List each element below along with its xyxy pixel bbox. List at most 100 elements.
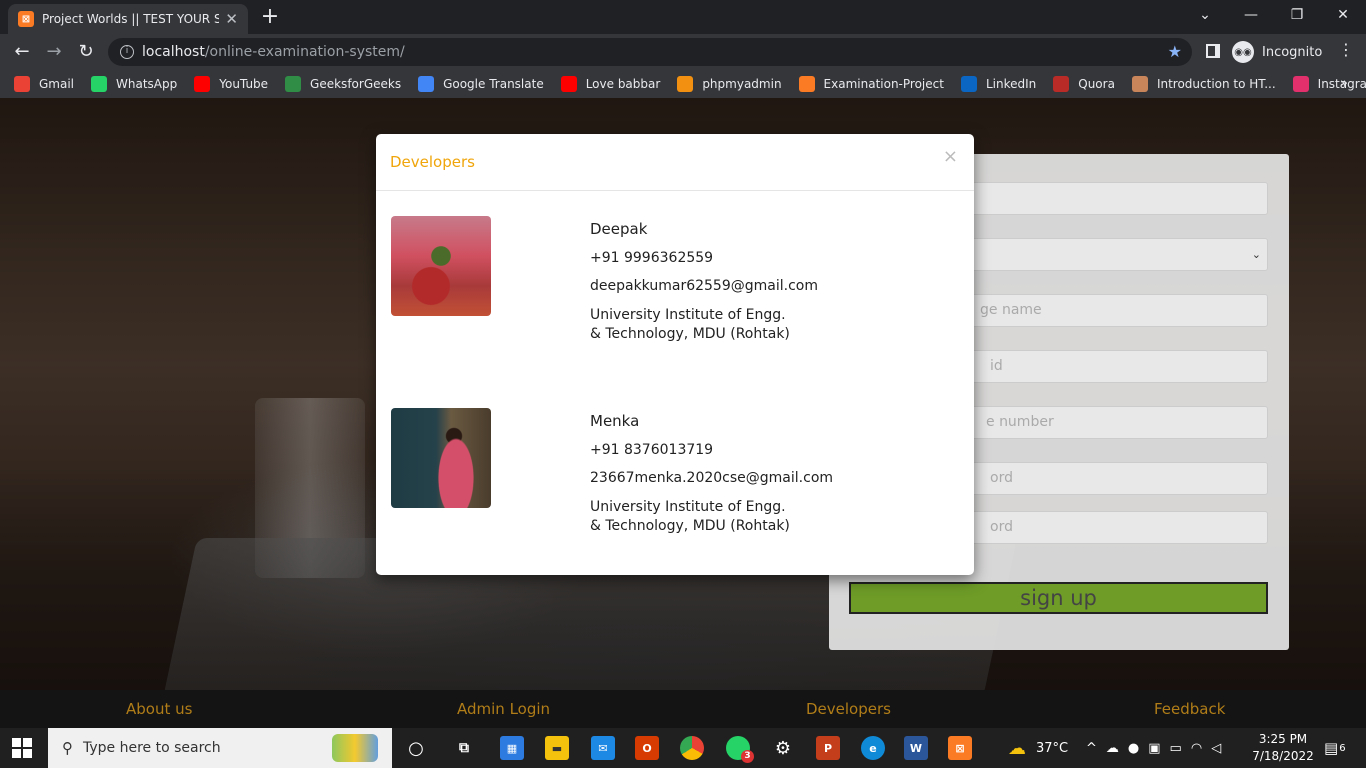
side-panel-icon[interactable] xyxy=(1206,44,1220,58)
institute-line: & Technology, MDU (Rohtak) xyxy=(590,326,790,342)
notification-center-icon[interactable]: ▤ 6 xyxy=(1324,728,1346,768)
bookmark-item[interactable]: Google Translate xyxy=(418,76,544,92)
college-name-placeholder: ge name xyxy=(980,302,1042,318)
developer-card: Deepak +91 9996362559 deepakkumar62559@g… xyxy=(590,220,818,344)
developer-email: 23667menka.2020cse@gmail.com xyxy=(590,470,834,486)
instagram-icon xyxy=(1292,76,1309,92)
institute-line: & Technology, MDU (Rohtak) xyxy=(590,518,790,534)
confirm-password-placeholder: ord xyxy=(990,519,1013,535)
bookmark-item[interactable]: Gmail xyxy=(14,76,74,92)
wifi-icon[interactable]: ◠ xyxy=(1191,741,1211,756)
clock-time: 3:25 PM xyxy=(1258,732,1308,746)
back-button[interactable]: ← xyxy=(10,40,34,64)
mobile-placeholder: e number xyxy=(986,414,1054,430)
developer-name: Menka xyxy=(590,412,640,430)
about-us-link[interactable]: About us xyxy=(126,700,192,718)
windows-start-icon[interactable] xyxy=(12,738,32,758)
developer-institute: University Institute of Engg. & Technolo… xyxy=(590,306,818,344)
whatsapp-badge: 3 xyxy=(741,750,754,763)
new-tab-button[interactable]: + xyxy=(258,5,282,29)
youtube-icon xyxy=(560,76,577,92)
volume-icon[interactable]: ◁ xyxy=(1211,741,1230,756)
developers-link[interactable]: Developers xyxy=(806,700,891,718)
bookmark-label: LinkedIn xyxy=(985,77,1037,91)
bookmark-label: phpmyadmin xyxy=(702,77,782,91)
developer-institute: University Institute of Engg. & Technolo… xyxy=(590,498,833,536)
browser-tab[interactable]: ⊠ Project Worlds || TEST YOUR SKIL ✕ xyxy=(8,4,248,34)
developer-name: Deepak xyxy=(590,220,648,238)
bookmark-item[interactable]: Introduction to HT... xyxy=(1131,76,1276,92)
incognito-profile[interactable]: ◉◉ Incognito xyxy=(1232,39,1322,65)
bookmark-item[interactable]: YouTube xyxy=(194,76,268,92)
bookmark-label: Examination-Project xyxy=(823,77,944,91)
whatsapp-icon xyxy=(91,76,108,92)
bookmark-item[interactable]: phpmyadmin xyxy=(677,76,782,92)
microphone-icon[interactable]: ● xyxy=(1128,741,1148,756)
close-tab-icon[interactable]: ✕ xyxy=(225,10,238,28)
institute-line: University Institute of Engg. xyxy=(590,499,786,515)
cortana-icon[interactable]: ○ xyxy=(404,736,428,760)
search-highlight-icon xyxy=(332,734,378,762)
incognito-label: Incognito xyxy=(1262,44,1323,60)
system-tray-icons[interactable]: ^ ☁ ● ▣ ▭ ◠ ◁ xyxy=(1086,728,1230,768)
battery-icon[interactable]: ▭ xyxy=(1170,741,1191,756)
microsoft-store-icon[interactable]: ▦ xyxy=(500,736,524,760)
site-info-icon[interactable]: i xyxy=(120,45,134,59)
bookmark-item[interactable]: Love babbar xyxy=(560,76,661,92)
bookmark-item[interactable]: WhatsApp xyxy=(91,76,177,92)
word-icon[interactable]: W xyxy=(904,736,928,760)
incognito-icon: ◉◉ xyxy=(1232,41,1254,63)
clock-date: 7/18/2022 xyxy=(1252,749,1314,763)
developer-photo xyxy=(391,408,491,508)
minimize-button[interactable]: — xyxy=(1228,0,1274,34)
feedback-link[interactable]: Feedback xyxy=(1154,700,1225,718)
modal-header: Developers × xyxy=(376,134,974,191)
taskbar-search-input[interactable]: ⚲ Type here to search xyxy=(48,728,392,768)
tab-title: Project Worlds || TEST YOUR SKIL xyxy=(42,12,220,26)
youtube-icon xyxy=(194,76,211,92)
google-translate-icon xyxy=(418,76,435,92)
settings-gear-icon[interactable]: ⚙ xyxy=(771,736,795,760)
close-window-button[interactable]: ✕ xyxy=(1320,0,1366,34)
whatsapp-icon[interactable]: 3 xyxy=(726,736,754,763)
edge-icon[interactable]: e xyxy=(861,736,885,760)
task-view-icon[interactable]: ⧉ xyxy=(452,736,476,760)
search-icon: ⚲ xyxy=(62,739,73,757)
xampp-icon[interactable]: ⊠ xyxy=(948,736,972,760)
browser-menu-icon[interactable]: ⋮ xyxy=(1338,40,1354,59)
bookmark-item[interactable]: Quora xyxy=(1053,76,1115,92)
tab-search-chevron-icon[interactable]: ⌄ xyxy=(1182,0,1228,34)
bookmark-item[interactable]: Examination-Project xyxy=(798,76,944,92)
display-icon[interactable]: ▣ xyxy=(1148,741,1169,756)
bookmark-label: GeeksforGeeks xyxy=(310,77,402,91)
show-hidden-icons-icon[interactable]: ^ xyxy=(1086,741,1106,756)
chrome-icon[interactable] xyxy=(680,736,704,760)
url-host: localhost xyxy=(142,44,205,60)
reload-button[interactable]: ↻ xyxy=(74,40,98,64)
close-icon[interactable]: × xyxy=(943,146,958,167)
developer-card: Menka +91 8376013719 23667menka.2020cse@… xyxy=(590,412,833,536)
bookmark-item[interactable]: Instagram xyxy=(1292,76,1366,92)
bookmark-star-icon[interactable]: ★ xyxy=(1168,42,1182,61)
sign-up-button[interactable]: sign up xyxy=(849,582,1268,614)
taskbar-clock[interactable]: 3:25 PM 7/18/2022 xyxy=(1250,731,1316,765)
onedrive-icon[interactable]: ☁ xyxy=(1106,741,1128,756)
mail-icon[interactable]: ✉ xyxy=(591,736,615,760)
weather-widget[interactable]: ☁ 37°C xyxy=(1008,728,1068,768)
powerpoint-icon[interactable]: P xyxy=(816,736,840,760)
admin-login-link[interactable]: Admin Login xyxy=(457,700,550,718)
linkedin-icon xyxy=(960,76,977,92)
weather-icon: ☁ xyxy=(1008,737,1026,759)
bookmark-item[interactable]: GeeksforGeeks xyxy=(285,76,401,92)
forward-button[interactable]: → xyxy=(42,40,66,64)
file-explorer-icon[interactable]: ▬ xyxy=(545,736,569,760)
more-bookmarks-icon[interactable]: » xyxy=(1340,76,1348,91)
bookmark-item[interactable]: LinkedIn xyxy=(960,76,1037,92)
bookmark-label: Love babbar xyxy=(585,77,661,91)
modal-title: Developers xyxy=(390,153,475,171)
restore-button[interactable]: ❐ xyxy=(1274,0,1320,34)
address-bar[interactable]: i localhost/online-examination-system/ ★ xyxy=(108,38,1192,66)
email-placeholder: id xyxy=(990,358,1003,374)
office-icon[interactable]: O xyxy=(635,736,659,760)
bookmarks-bar: Gmail WhatsApp YouTube GeeksforGeeks Google … xyxy=(0,70,1366,98)
